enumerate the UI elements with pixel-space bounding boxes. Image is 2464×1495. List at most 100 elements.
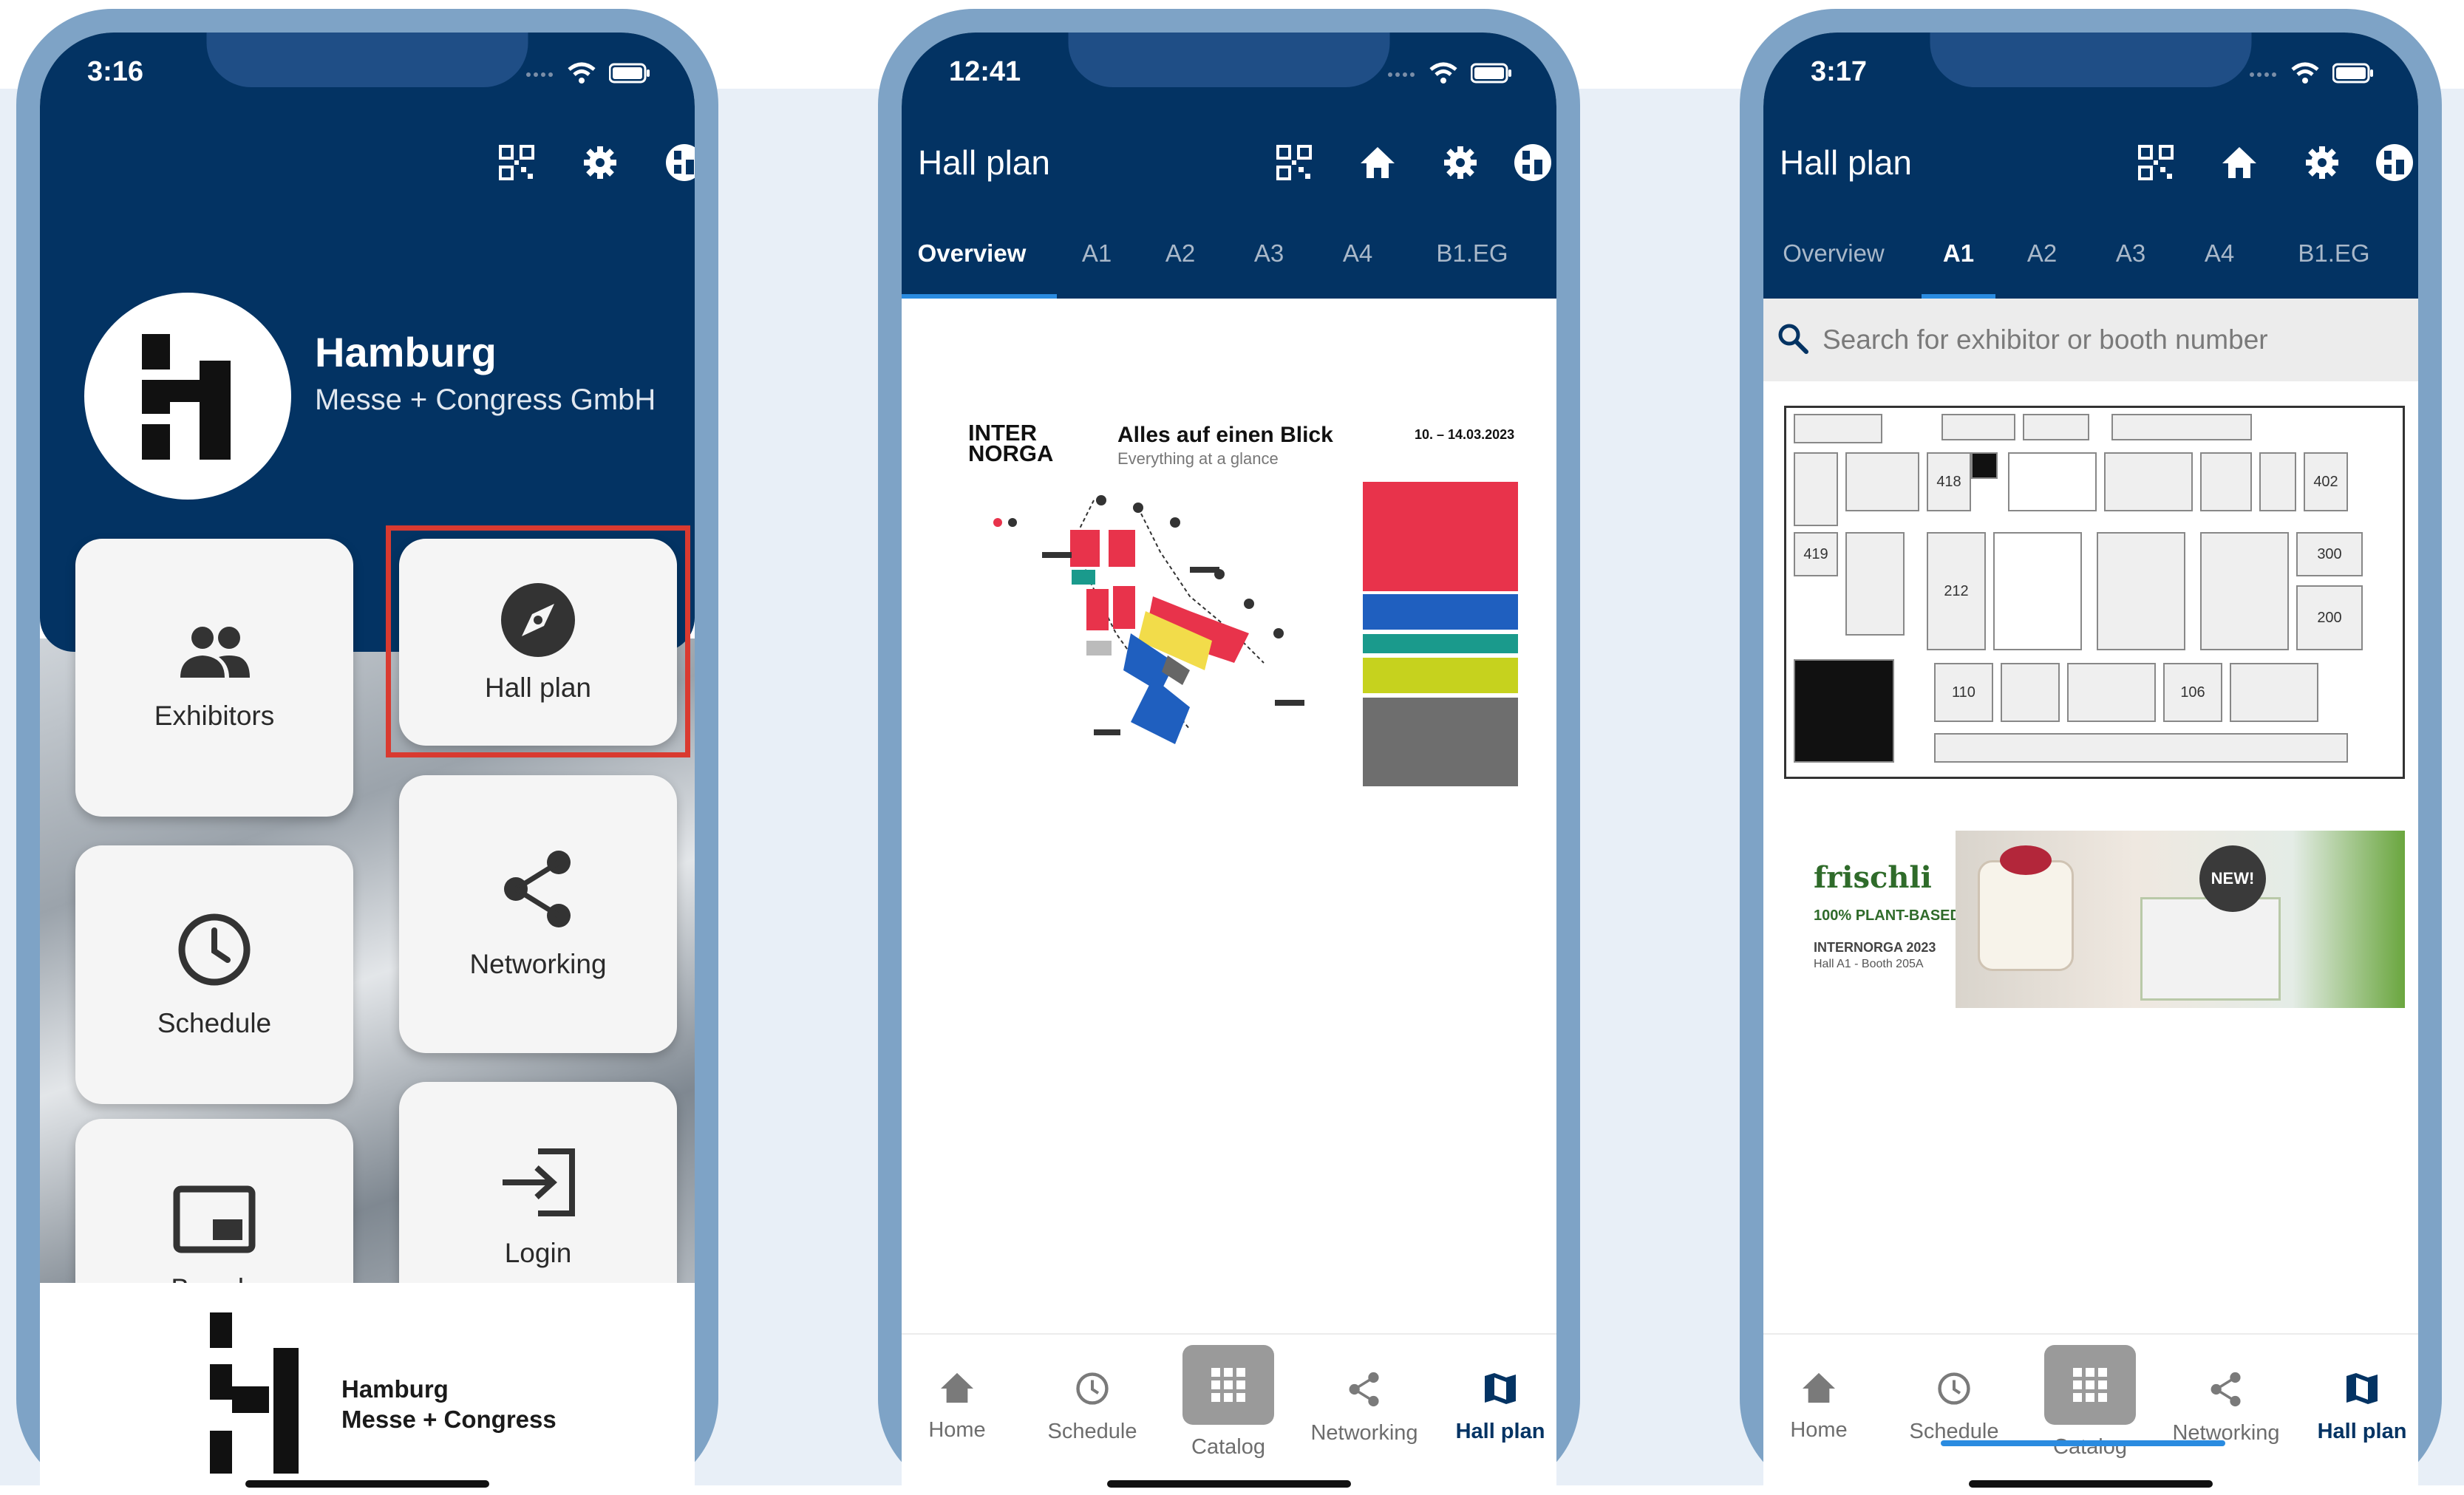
booth[interactable] <box>2200 532 2289 650</box>
qr-code-icon[interactable] <box>1272 140 1316 185</box>
language-globe-icon[interactable] <box>1511 140 1555 185</box>
tab-a4[interactable]: A4 <box>2205 208 2234 299</box>
footer-logo-mark <box>210 1312 299 1474</box>
tab-a2[interactable]: A2 <box>2027 208 2057 299</box>
doc-subline: Everything at a glance <box>1117 449 1279 468</box>
clock-icon <box>176 911 253 992</box>
brand-subtitle: Messe + Congress GmbH <box>315 384 656 416</box>
signal-icon <box>2248 68 2278 82</box>
booth[interactable]: 106 <box>2163 663 2222 722</box>
page-title: Hall plan <box>1780 143 1912 182</box>
booth[interactable] <box>1971 452 1998 479</box>
notch <box>206 33 528 87</box>
people-icon <box>177 624 251 684</box>
tab-a3[interactable]: A3 <box>1254 208 1284 299</box>
booth[interactable] <box>1794 659 1894 763</box>
gear-icon[interactable] <box>1438 140 1483 185</box>
search-icon <box>1777 322 1809 358</box>
language-globe-icon[interactable] <box>662 140 695 185</box>
tab-a2[interactable]: A2 <box>1165 208 1195 299</box>
booth[interactable] <box>2097 532 2185 650</box>
tab-b1-eg[interactable]: B1.EG <box>1436 208 1508 299</box>
nav-hall-plan[interactable]: Hall plan <box>1445 1372 1556 1444</box>
booth[interactable]: 110 <box>1934 663 1993 722</box>
nav-label: Catalog <box>2053 1435 2127 1459</box>
tab-b1-eg[interactable]: B1.EG <box>2298 208 2369 299</box>
doc-dates: 10. – 14.03.2023 <box>1415 427 1515 442</box>
hall-tabs: Overview A1 A2 A3 A4 B1.EG <box>1763 208 2418 299</box>
gear-icon[interactable] <box>578 140 622 185</box>
tab-overview[interactable]: Overview <box>1783 208 1885 299</box>
search-input[interactable]: Search for exhibitor or booth number <box>1823 324 2268 355</box>
status-time: 12:41 <box>949 56 1021 87</box>
tab-indicator <box>902 294 1057 299</box>
tab-a3[interactable]: A3 <box>2116 208 2145 299</box>
booth[interactable] <box>1845 532 1905 636</box>
tile-label: Exhibitors <box>154 700 275 731</box>
nav-networking[interactable]: Networking <box>1309 1372 1420 1445</box>
nav-label: Catalog <box>1191 1435 1265 1459</box>
status-time: 3:16 <box>87 56 144 87</box>
booth[interactable] <box>2008 452 2097 511</box>
legend-red <box>1363 482 1518 591</box>
language-globe-icon[interactable] <box>2372 140 2417 185</box>
booth[interactable]: 200 <box>2296 585 2363 650</box>
booth[interactable] <box>1934 733 2348 763</box>
gear-icon[interactable] <box>2300 140 2344 185</box>
home-icon[interactable] <box>1355 140 1400 185</box>
booth[interactable]: 402 <box>2304 452 2348 511</box>
booth[interactable] <box>1794 452 1838 526</box>
hall-tabs: Overview A1 A2 A3 A4 B1.EG <box>902 208 1556 299</box>
tab-a1[interactable]: A1 <box>1943 208 1974 299</box>
doc-brand-line2: NORGA <box>968 440 1054 466</box>
battery-icon <box>1470 63 1512 87</box>
booth-number: 106 <box>2180 684 2205 701</box>
nav-label: Hall plan <box>2317 1420 2407 1443</box>
brand-name: Hamburg <box>315 329 497 375</box>
booth[interactable]: 418 <box>1927 452 1971 511</box>
screen-hall-plan-a1: 3:17 Hall plan Overview A1 A2 A3 A4 B1.E… <box>1763 33 2418 1495</box>
tab-a1[interactable]: A1 <box>1082 208 1112 299</box>
booth[interactable] <box>2111 414 2252 440</box>
nav-networking[interactable]: Networking <box>2171 1372 2281 1445</box>
nav-schedule[interactable]: Schedule <box>1037 1372 1148 1444</box>
booth[interactable] <box>1941 414 2015 440</box>
tile-networking[interactable]: Networking <box>399 775 677 1053</box>
share-icon <box>501 849 575 933</box>
nav-catalog[interactable]: Catalog <box>2035 1345 2145 1460</box>
nav-hall-plan[interactable]: Hall plan <box>2307 1372 2417 1444</box>
nav-catalog[interactable]: Catalog <box>1173 1345 1284 1460</box>
booth[interactable] <box>2200 452 2252 511</box>
qr-code-icon[interactable] <box>2134 140 2178 185</box>
booth[interactable]: 300 <box>2296 532 2363 576</box>
search-bar[interactable]: Search for exhibitor or booth number <box>1763 299 2418 381</box>
tab-a4[interactable]: A4 <box>1343 208 1372 299</box>
booth[interactable]: 212 <box>1927 532 1986 650</box>
booth[interactable] <box>1794 414 1882 443</box>
qr-code-icon[interactable] <box>494 140 539 185</box>
booth-number: 418 <box>1936 473 1961 490</box>
booth[interactable] <box>1993 532 2082 650</box>
hall-a1-floor-plan[interactable]: 418 402 419 212 300 200 110 106 <box>1784 406 2405 779</box>
booth[interactable] <box>2230 663 2318 722</box>
tile-schedule[interactable]: Schedule <box>75 845 353 1104</box>
hall-overview-map[interactable]: INTER NORGA Alles auf einen Blick Everyt… <box>953 393 1522 859</box>
nav-schedule[interactable]: Schedule <box>1899 1372 2009 1444</box>
tab-overview[interactable]: Overview <box>918 208 1027 299</box>
frischli-ad-banner[interactable]: frischli 100% PLANT-BASED INTERNORGA 202… <box>1784 831 2405 1008</box>
booth[interactable] <box>2067 663 2156 722</box>
wifi-icon <box>1429 62 1457 88</box>
tile-exhibitors[interactable]: Exhibitors <box>75 539 353 817</box>
legend-yellow <box>1363 658 1518 693</box>
nav-home[interactable]: Home <box>1763 1372 1874 1443</box>
booth[interactable] <box>1845 452 1919 511</box>
booth[interactable] <box>2104 452 2193 511</box>
booth-number: 402 <box>2313 473 2338 490</box>
booth[interactable] <box>2023 414 2089 440</box>
home-icon[interactable] <box>2217 140 2261 185</box>
booth[interactable] <box>2001 663 2060 722</box>
booth[interactable] <box>2259 452 2296 511</box>
nav-home[interactable]: Home <box>902 1372 1013 1443</box>
clock-icon <box>1075 1372 1109 1409</box>
booth[interactable]: 419 <box>1794 532 1838 576</box>
